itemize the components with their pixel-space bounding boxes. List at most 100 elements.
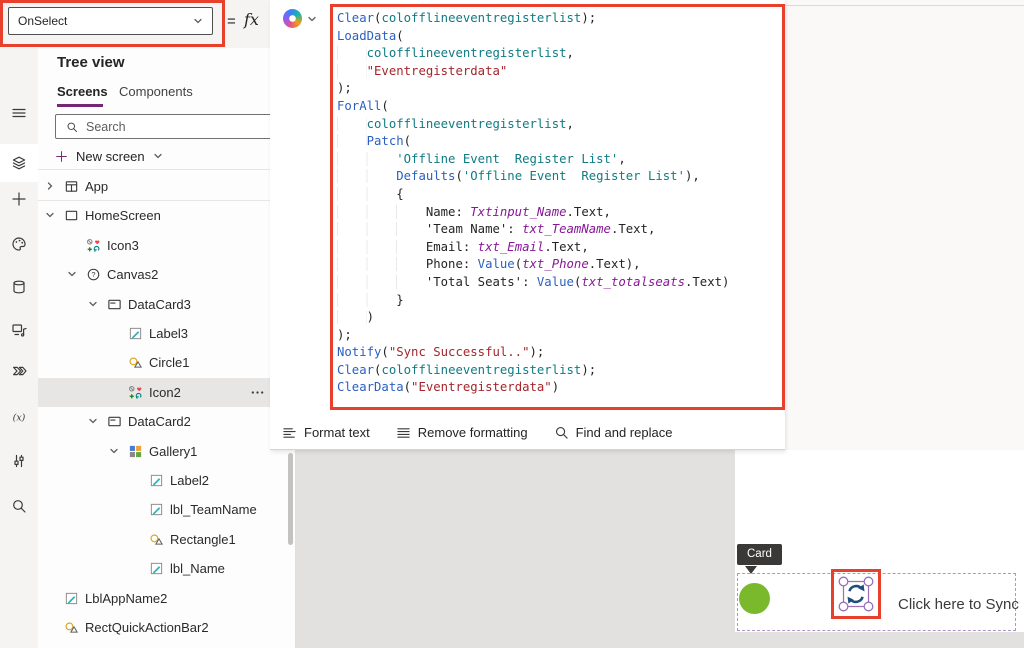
formula-toolbar: Format text Remove formatting Find and rep… <box>282 416 672 448</box>
rail-variables-button[interactable]: (x) <box>0 398 38 436</box>
tree-item-rectangle1[interactable]: Rectangle1 <box>38 525 296 554</box>
chevron-down-icon[interactable] <box>109 446 119 456</box>
tree-item-label: Gallery1 <box>149 437 197 466</box>
svg-text:?: ? <box>91 270 95 279</box>
code-line: LoadData( <box>337 28 729 46</box>
chevron-down-icon[interactable] <box>67 269 77 279</box>
app-icon <box>64 179 79 194</box>
chevron-down-icon <box>153 151 163 161</box>
search-icon <box>11 498 27 514</box>
tree-item-label: RectQuickActionBar2 <box>85 613 209 642</box>
tree-item-rectquickactionbar2[interactable]: RectQuickActionBar2 <box>38 613 296 642</box>
tree-item-label: LblAppName2 <box>85 584 167 613</box>
tree-item-label: Canvas2 <box>107 260 158 289</box>
top-divider <box>785 5 1024 6</box>
panel-title: Tree view <box>57 54 125 71</box>
code-line: ClearData("Eventregisterdata") <box>337 379 729 397</box>
rail-search-button[interactable] <box>0 487 38 525</box>
copilot-icon[interactable] <box>283 9 302 28</box>
tree-item-label: Circle1 <box>149 348 189 377</box>
more-options-icon[interactable] <box>250 385 265 400</box>
rail-media-button[interactable] <box>0 311 38 349</box>
code-line: ) <box>337 309 729 327</box>
tree-item-app[interactable]: App <box>38 172 296 201</box>
tab-screens[interactable]: Screens <box>57 84 108 99</box>
code-line: colofflineeventregisterlist, <box>337 45 729 63</box>
remove-formatting-icon <box>396 425 411 440</box>
new-screen-button[interactable]: New screen <box>55 146 163 166</box>
tree-item-label: App <box>85 172 108 201</box>
rail-tree-view-button[interactable] <box>0 144 38 182</box>
card-tooltip-label: Card <box>747 548 772 560</box>
advanced-tools-icon <box>11 453 27 469</box>
rail-power-automate-button[interactable] <box>0 352 38 390</box>
code-line: Clear(colofflineeventregisterlist); <box>337 362 729 380</box>
sync-hint-label: Click here to Sync <box>898 596 1019 613</box>
chevron-down-icon[interactable] <box>45 210 55 220</box>
screen-icon <box>64 208 79 223</box>
tree-item-label: Label3 <box>149 319 188 348</box>
code-line: Email: txt_Email.Text, <box>337 239 729 257</box>
tree-item-label3[interactable]: Label3 <box>38 319 296 348</box>
shape-icon <box>149 532 164 547</box>
code-line: Clear(colofflineeventregisterlist); <box>337 10 729 28</box>
chevron-down-icon[interactable] <box>88 299 98 309</box>
gallery-icon <box>128 444 143 459</box>
format-text-icon <box>282 425 297 440</box>
rail-advanced-tools-button[interactable] <box>0 442 38 480</box>
status-circle[interactable] <box>739 583 770 614</box>
tree-item-canvas2[interactable]: ? Canvas2 <box>38 260 296 289</box>
divider <box>38 169 295 170</box>
code-line: ForAll( <box>337 98 729 116</box>
tree-item-datacard2[interactable]: DataCard2 <box>38 407 296 436</box>
canvas-icon: ? <box>86 267 101 282</box>
label-icon <box>128 326 143 341</box>
tree-item-icon2[interactable]: Icon2 <box>38 378 296 407</box>
tree-item-homescreen[interactable]: HomeScreen <box>38 201 296 230</box>
tree-item-icon3[interactable]: Icon3 <box>38 231 296 260</box>
tab-components[interactable]: Components <box>119 84 193 99</box>
format-text-button[interactable]: Format text <box>282 425 370 440</box>
tree-view-icon <box>11 155 27 171</box>
code-line: 'Total Seats': Value(txt_totalseats.Text… <box>337 274 729 292</box>
tree-item-lbl_teamname[interactable]: lbl_TeamName <box>38 495 296 524</box>
property-selector[interactable]: OnSelect <box>8 7 213 35</box>
tree-item-label: Icon3 <box>107 231 139 260</box>
chevron-down-icon[interactable] <box>88 416 98 426</box>
code-line: colofflineeventregisterlist, <box>337 116 729 134</box>
rail-data-button[interactable] <box>0 268 38 306</box>
theme-palette-icon <box>11 236 27 252</box>
shape-icon <box>64 620 79 635</box>
tree-item-lbl_name[interactable]: lbl_Name <box>38 554 296 583</box>
search-input[interactable]: Search <box>55 114 285 139</box>
rail-insert-plus-button[interactable] <box>0 180 38 218</box>
remove-formatting-button[interactable]: Remove formatting <box>396 425 528 440</box>
tree-item-lblappname2[interactable]: LblAppName2 <box>38 584 296 613</box>
datacard-icon <box>107 414 122 429</box>
tree-item-label: Icon2 <box>149 378 181 407</box>
fx-symbol: fx <box>244 10 259 29</box>
toolbar-label: Format text <box>304 425 370 440</box>
tree-item-label2[interactable]: Label2 <box>38 466 296 495</box>
chevron-down-icon[interactable] <box>307 14 317 24</box>
code-line: ); <box>337 327 729 345</box>
tree-scrollbar[interactable] <box>288 453 293 545</box>
chevron-right-icon[interactable] <box>45 181 55 191</box>
power-automate-icon <box>11 363 27 379</box>
left-nav-rail: (x) <box>0 48 38 648</box>
rail-theme-palette-button[interactable] <box>0 225 38 263</box>
code-line: ); <box>337 80 729 98</box>
sync-icon[interactable] <box>836 574 876 614</box>
property-selector-value: OnSelect <box>18 14 67 28</box>
tree-item-datacard3[interactable]: DataCard3 <box>38 290 296 319</box>
tree-item-circle1[interactable]: Circle1 <box>38 348 296 377</box>
rail-hamburger-button[interactable] <box>0 94 38 132</box>
tree-item-gallery1[interactable]: Gallery1 <box>38 437 296 466</box>
tree-item-label: lbl_TeamName <box>170 495 257 524</box>
formula-code[interactable]: Clear(colofflineeventregisterlist);LoadD… <box>337 10 729 397</box>
insert-plus-icon <box>11 191 27 207</box>
card-tooltip: Card <box>737 544 782 565</box>
search-placeholder: Search <box>86 120 126 134</box>
tree-view-panel: Tree view Screens Components Search New … <box>38 48 296 648</box>
find-and-replace-button[interactable]: Find and replace <box>554 425 673 440</box>
